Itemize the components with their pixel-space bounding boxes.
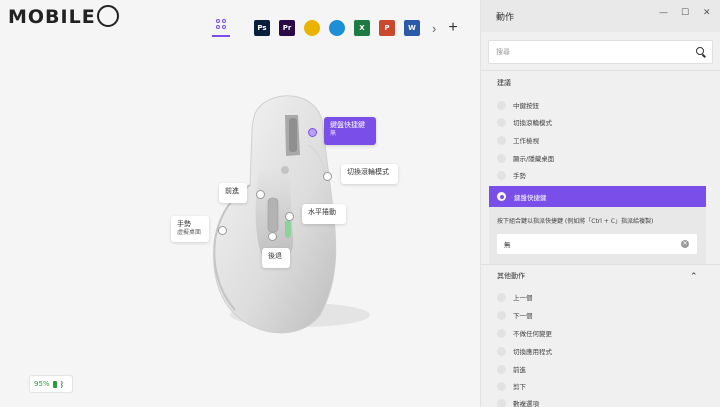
radio-icon bbox=[497, 381, 506, 391]
action-label: 切換滾輪模式 bbox=[513, 119, 552, 127]
battery-level: 95% bbox=[34, 380, 50, 388]
suggested-action-item[interactable]: 中鍵按鈕 bbox=[497, 100, 539, 110]
action-label: 數複選項 bbox=[513, 400, 539, 407]
more-apps-button[interactable]: › bbox=[432, 21, 436, 36]
action-search-input[interactable]: 搜尋 bbox=[488, 40, 713, 64]
callout-label: 切換滾輪模式 bbox=[347, 168, 389, 176]
radio-icon bbox=[497, 364, 506, 374]
callout-label: 後退 bbox=[268, 252, 282, 260]
panel-title: 動作 bbox=[496, 12, 515, 23]
logo-text: MOBILE bbox=[8, 6, 96, 28]
other-action-item[interactable]: 切換應用程式 bbox=[497, 346, 552, 356]
divider bbox=[481, 70, 720, 71]
other-actions-heading: 其他動作 bbox=[497, 272, 525, 280]
other-action-item[interactable]: 數複選項 bbox=[497, 398, 539, 407]
powerpoint-app-icon[interactable]: P bbox=[379, 20, 395, 36]
maximize-button[interactable]: ☐ bbox=[681, 8, 689, 18]
scroll-mode-dot[interactable] bbox=[323, 172, 332, 181]
callout-back[interactable]: 後退 bbox=[262, 248, 290, 268]
battery-status: 95% ᛒ bbox=[29, 375, 73, 393]
suggested-action-item[interactable]: 切換滾輪模式 bbox=[497, 117, 552, 127]
radio-selected-icon bbox=[497, 192, 506, 201]
mobile01-logo: MOBILE bbox=[8, 5, 119, 28]
radio-icon bbox=[497, 310, 506, 320]
action-label: 不做任何變更 bbox=[513, 330, 552, 338]
action-label: 上一個 bbox=[513, 294, 533, 302]
gesture-button-dot[interactable] bbox=[308, 128, 317, 137]
callout-label: 鍵盤快捷鍵 bbox=[330, 121, 365, 129]
selected-underline bbox=[212, 35, 230, 37]
radio-icon bbox=[497, 346, 506, 356]
shortcut-input[interactable]: 無 ✕ bbox=[497, 234, 697, 254]
add-app-button[interactable]: + bbox=[448, 19, 457, 37]
close-button[interactable]: ✕ bbox=[703, 8, 711, 18]
other-action-item[interactable]: 下一個 bbox=[497, 310, 533, 320]
bluetooth-icon: ᛒ bbox=[59, 379, 65, 389]
action-label: 工作檢視 bbox=[513, 137, 539, 145]
radio-icon bbox=[497, 292, 506, 302]
action-label: 切換應用程式 bbox=[513, 348, 552, 356]
action-label: 手勢 bbox=[513, 172, 526, 180]
callout-horizontal-scroll[interactable]: 水平捲動 bbox=[302, 204, 346, 224]
callout-gesture-button[interactable]: 手勢 虛擬桌面 bbox=[171, 216, 209, 242]
radio-icon bbox=[497, 153, 506, 163]
suggested-action-item[interactable]: 手勢 bbox=[497, 170, 526, 180]
action-label: 顯示/隱藏桌面 bbox=[513, 155, 555, 163]
other-action-item[interactable]: 上一個 bbox=[497, 292, 533, 302]
grid-icon bbox=[216, 19, 226, 29]
panel-header: 動作 — ☐ ✕ bbox=[481, 0, 720, 32]
action-label: 中鍵按鈕 bbox=[513, 102, 539, 110]
other-action-item[interactable]: 剪下 bbox=[497, 381, 526, 391]
callout-forward[interactable]: 前進 bbox=[219, 183, 247, 203]
horizontal-scroll-dot[interactable] bbox=[285, 212, 294, 221]
radio-icon bbox=[497, 100, 506, 110]
back-dot[interactable] bbox=[268, 232, 277, 241]
device-canvas: MOBILE Ps Pr X P W › + 鍵盤快捷鍵 無 切換滾輪模式 前進… bbox=[0, 0, 480, 407]
other-action-item[interactable]: 不做任何變更 bbox=[497, 328, 552, 338]
radio-icon bbox=[497, 117, 506, 127]
other-action-item[interactable]: 前進 bbox=[497, 364, 526, 374]
selected-action-label: 鍵盤快捷鍵 bbox=[514, 193, 547, 202]
callout-sublabel: 無 bbox=[330, 130, 337, 138]
suggested-heading: 建議 bbox=[497, 79, 511, 87]
radio-icon bbox=[497, 398, 506, 407]
radio-icon bbox=[497, 328, 506, 338]
chrome-app-icon[interactable] bbox=[304, 20, 320, 36]
divider bbox=[481, 264, 720, 265]
collapse-other-actions-chevron-up-icon[interactable]: ⌃ bbox=[690, 271, 698, 282]
excel-app-icon[interactable]: X bbox=[354, 20, 370, 36]
edge-app-icon[interactable] bbox=[329, 20, 345, 36]
logo-mark-icon bbox=[96, 5, 119, 27]
selected-action-block: 鍵盤快捷鍵 按下組合鍵以指派快捷鍵 (例如將「Ctrl + C」指派給複製) 無… bbox=[489, 186, 706, 264]
word-app-icon[interactable]: W bbox=[404, 20, 420, 36]
minimize-button[interactable]: — bbox=[659, 8, 668, 18]
ps-app-icon[interactable]: Ps bbox=[254, 20, 270, 36]
suggested-action-item[interactable]: 顯示/隱藏桌面 bbox=[497, 153, 554, 163]
action-label: 剪下 bbox=[513, 383, 526, 391]
radio-icon bbox=[497, 135, 506, 145]
battery-icon bbox=[52, 380, 57, 388]
radio-icon bbox=[497, 170, 506, 180]
forward-dot[interactable] bbox=[256, 190, 265, 199]
action-label: 下一個 bbox=[513, 312, 533, 320]
app-profile-bar: Ps Pr X P W › + bbox=[212, 17, 458, 39]
callout-sublabel: 虛擬桌面 bbox=[177, 229, 202, 237]
app-list: Ps Pr X P W bbox=[254, 20, 429, 36]
callout-keyboard-shortcut[interactable]: 鍵盤快捷鍵 無 bbox=[324, 117, 376, 145]
callout-scroll-mode[interactable]: 切換滾輪模式 bbox=[341, 164, 398, 184]
pr-app-icon[interactable]: Pr bbox=[279, 20, 295, 36]
search-placeholder: 搜尋 bbox=[496, 48, 510, 56]
callout-label: 前進 bbox=[225, 187, 239, 195]
suggested-action-item[interactable]: 工作檢視 bbox=[497, 135, 539, 145]
clear-icon[interactable]: ✕ bbox=[681, 240, 689, 248]
selected-action-keyboard-shortcut[interactable]: 鍵盤快捷鍵 bbox=[489, 186, 706, 207]
shortcut-value: 無 bbox=[504, 241, 511, 249]
gesture-dot[interactable] bbox=[218, 226, 227, 235]
all-apps-button[interactable] bbox=[212, 17, 230, 39]
action-label: 前進 bbox=[513, 366, 526, 374]
callout-label: 水平捲動 bbox=[308, 208, 336, 216]
search-icon[interactable] bbox=[696, 47, 704, 55]
shortcut-description: 按下組合鍵以指派快捷鍵 (例如將「Ctrl + C」指派給複製) bbox=[497, 218, 654, 225]
